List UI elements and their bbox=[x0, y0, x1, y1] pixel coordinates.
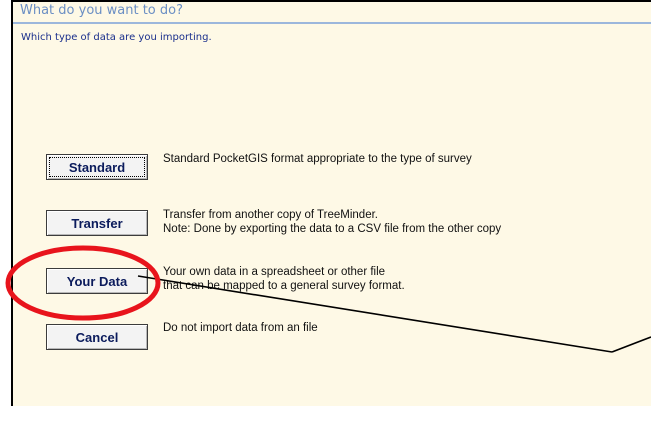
dialog-heading: What do you want to do? bbox=[20, 3, 184, 18]
your-data-button[interactable]: Your Data bbox=[46, 268, 148, 294]
cancel-description: Do not import data from an file bbox=[163, 321, 318, 335]
transfer-button[interactable]: Transfer bbox=[46, 210, 148, 236]
your-data-description: Your own data in a spreadsheet or other … bbox=[163, 265, 405, 293]
standard-button[interactable]: Standard bbox=[46, 154, 148, 180]
cancel-button[interactable]: Cancel bbox=[46, 324, 148, 350]
cancel-description-line: Do not import data from an file bbox=[163, 322, 318, 334]
standard-description: Standard PocketGIS format appropriate to… bbox=[163, 152, 472, 166]
your-data-description-line-1: Your own data in a spreadsheet or other … bbox=[163, 266, 386, 278]
dialog-header: What do you want to do? bbox=[13, 2, 651, 24]
transfer-description-line-2: Note: Done by exporting the data to a CS… bbox=[163, 223, 502, 235]
transfer-description-line-1: Transfer from another copy of TreeMinder… bbox=[163, 209, 378, 221]
standard-description-line: Standard PocketGIS format appropriate to… bbox=[163, 153, 472, 165]
dialog-prompt: Which type of data are you importing. bbox=[21, 32, 212, 43]
transfer-description: Transfer from another copy of TreeMinder… bbox=[163, 208, 501, 236]
import-dialog: What do you want to do? Which type of da… bbox=[11, 0, 651, 406]
your-data-description-line-2: that can be mapped to a general survey f… bbox=[163, 280, 405, 292]
